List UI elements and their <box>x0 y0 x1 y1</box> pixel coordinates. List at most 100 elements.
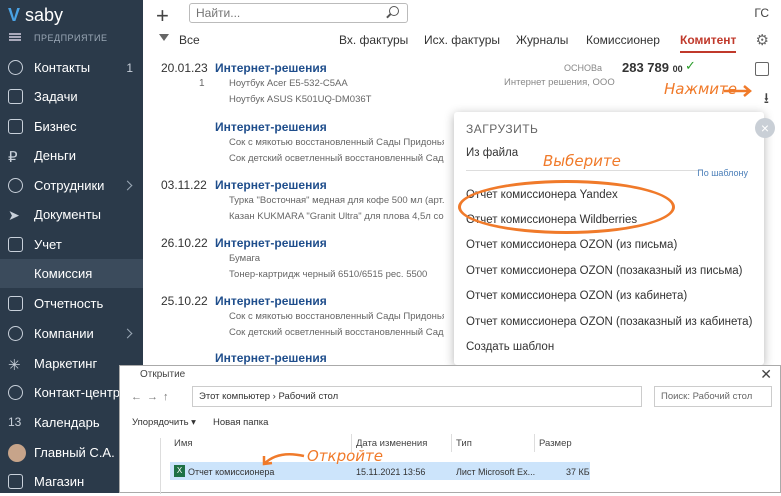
row-num: 1 <box>199 78 205 89</box>
sidebar-item-documents[interactable]: ➤ Документы <box>0 200 143 229</box>
row-title[interactable]: Интернет-решения <box>215 178 327 192</box>
counterparty: Интернет решения, ООО <box>504 77 615 88</box>
file-name[interactable]: Отчет комиссионера <box>188 467 274 477</box>
sidebar-item-money[interactable]: ₽ Деньги <box>0 141 143 170</box>
file-date: 15.11.2021 13:56 <box>356 467 426 477</box>
reporting-icon <box>8 296 23 311</box>
row-sum-main: 283 789 <box>622 60 669 75</box>
sidebar-item-business[interactable]: Бизнес <box>0 112 143 141</box>
marketing-icon: ✳ <box>8 357 21 374</box>
row-sum: 283 789 00 <box>622 60 683 75</box>
tasks-icon <box>8 89 23 104</box>
row-title[interactable]: Интернет-решения <box>215 61 327 75</box>
sidebar-item-tasks[interactable]: Задачи <box>0 82 143 111</box>
gear-icon[interactable]: ⚙ <box>756 31 769 49</box>
row-item: Турка "Восточная" медная для кофе 500 мл… <box>229 195 444 206</box>
row-item: Сок с мякотью восстановленный Сады Придо… <box>229 311 444 322</box>
ruble-icon: ₽ <box>8 149 18 166</box>
by-template-label[interactable]: По шаблону <box>697 168 748 178</box>
row-date: 03.11.22 <box>161 178 207 192</box>
nav-arrows-icon[interactable]: ←→↑ <box>131 391 174 403</box>
sidebar-item-commission[interactable]: Комиссия <box>0 259 143 288</box>
companies-icon <box>8 326 23 341</box>
search-icon[interactable] <box>389 6 399 16</box>
contacts-count: 1 <box>126 60 133 75</box>
upload-popup: ЗАГРУЗИТЬ Из файла По шаблону Отчет коми… <box>454 112 764 365</box>
annotation-choose: Выберите <box>543 152 621 170</box>
calculator-icon <box>8 237 23 252</box>
separator <box>466 170 702 171</box>
filter-all[interactable]: Все <box>179 33 200 47</box>
row-item: Сок детский осветленный восстановленный … <box>229 153 444 164</box>
col-divider <box>451 434 452 452</box>
saby-logo[interactable]: Vsaby <box>8 5 63 26</box>
chevron-right-icon <box>122 180 133 191</box>
download-icon[interactable]: ⭳ <box>764 88 769 113</box>
send-icon: ➤ <box>8 207 20 223</box>
menu-item-ozon-letter[interactable]: Отчет комиссионера OZON (из письма) <box>466 239 677 251</box>
annotation-arrow <box>724 85 752 97</box>
close-icon[interactable]: × <box>755 118 775 138</box>
address-bar[interactable]: Этот компьютер › Рабочий стол <box>192 386 642 407</box>
organize-button[interactable]: Упорядочить ▾ <box>132 417 196 428</box>
tab-consignor[interactable]: Комитент <box>680 33 737 53</box>
sidebar-item-accounting[interactable]: Учет <box>0 230 143 259</box>
file-type: Лист Microsoft Ex... <box>456 467 536 477</box>
menu-item-ozon-order-letter[interactable]: Отчет комиссионера OZON (позаказный из п… <box>466 265 743 277</box>
sidebar-item-reporting[interactable]: Отчетность <box>0 289 143 318</box>
dialog-title: Открытие <box>140 369 186 380</box>
sidebar-item-companies[interactable]: Компании <box>0 319 143 348</box>
col-size[interactable]: Размер <box>539 438 572 449</box>
user-initials[interactable]: ГС <box>754 6 769 20</box>
create-template-item[interactable]: Создать шаблон <box>466 341 554 353</box>
menu-item-ozon-order-cabinet[interactable]: Отчет комиссионера OZON (позаказный из к… <box>466 316 752 328</box>
row-sum-cents: 00 <box>672 64 683 74</box>
row-item: Бумага <box>229 253 261 264</box>
sidebar-item-contacts[interactable]: Контакты 1 <box>0 53 143 82</box>
row-title[interactable]: Интернет-решения <box>215 236 327 250</box>
col-type[interactable]: Тип <box>456 438 472 449</box>
row-title[interactable]: Интернет-решения <box>215 351 327 365</box>
annotation-arrow <box>262 453 305 466</box>
row-title[interactable]: Интернет-решения <box>215 120 327 134</box>
menu-item-ozon-cabinet[interactable]: Отчет комиссионера OZON (из кабинета) <box>466 290 687 302</box>
tab-outgoing-invoices[interactable]: Исх. фактуры <box>424 33 500 47</box>
col-name[interactable]: Имя <box>174 438 193 449</box>
dialog-search-input[interactable]: Поиск: Рабочий стол <box>654 386 772 407</box>
check-icon: ✓ <box>685 58 696 73</box>
menu-icon[interactable] <box>9 33 21 41</box>
col-divider <box>534 434 535 452</box>
business-icon <box>8 119 23 134</box>
chevron-right-icon <box>122 328 133 339</box>
row-title[interactable]: Интернет-решения <box>215 294 327 308</box>
filter-icon[interactable] <box>159 34 169 41</box>
shop-icon <box>8 474 23 489</box>
popup-title: ЗАГРУЗИТЬ <box>466 122 539 136</box>
row-date: 20.01.23 <box>161 61 208 75</box>
add-button[interactable]: + <box>156 3 169 29</box>
checklist-icon[interactable] <box>755 62 769 76</box>
row-date: 26.10.22 <box>161 236 208 250</box>
status-badge: ОСНОВа <box>564 63 603 73</box>
tab-commissioner[interactable]: Комиссионер <box>586 33 660 47</box>
tab-incoming-invoices[interactable]: Вх. фактуры <box>339 33 408 47</box>
excel-file-icon: X <box>174 465 185 477</box>
staff-icon <box>8 178 23 193</box>
top-bar: + ГС Все Вх. фактуры Исх. фактуры Журнал… <box>143 0 781 55</box>
row-date: 25.10.22 <box>161 294 208 308</box>
from-file-item[interactable]: Из файла <box>466 147 518 159</box>
phone-icon <box>8 385 23 400</box>
row-item: Тонер-картридж черный 6510/6515 рес. 550… <box>229 269 428 280</box>
new-folder-button[interactable]: Новая папка <box>213 417 268 428</box>
tab-journals[interactable]: Журналы <box>516 33 568 47</box>
dialog-close-icon[interactable]: ✕ <box>760 366 772 383</box>
company-label: ПРЕДПРИЯТИЕ <box>34 33 108 43</box>
row-item: Ноутбук Acer E5-532-C5AA <box>229 78 348 89</box>
highlight-oval <box>458 180 675 234</box>
row-item: Сок детский осветленный восстановленный … <box>229 327 444 338</box>
annotation-open: Откройте <box>307 447 384 465</box>
calendar-badge: 13 <box>8 415 22 429</box>
sidebar-item-staff[interactable]: Сотрудники <box>0 171 143 200</box>
row-item: Ноутбук ASUS K501UQ-DM036T <box>229 94 372 105</box>
search-input[interactable] <box>189 3 408 23</box>
